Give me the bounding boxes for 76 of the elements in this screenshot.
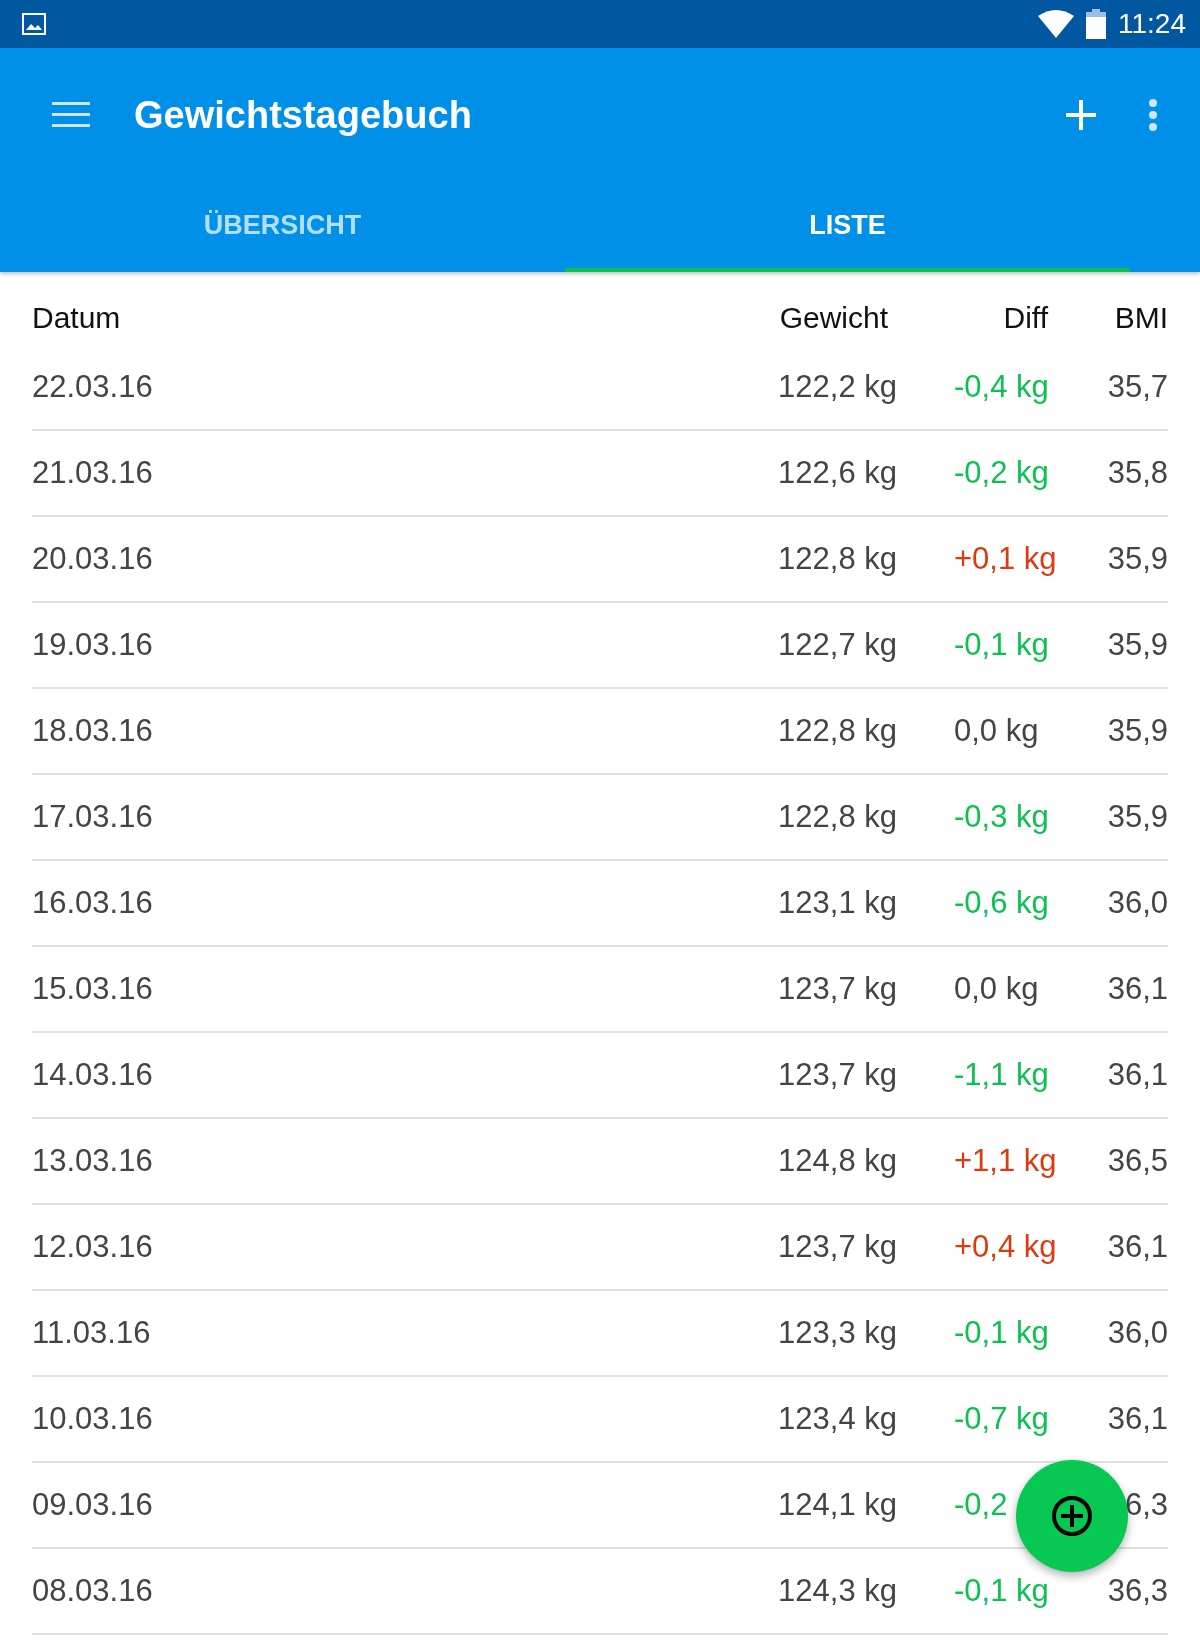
table-cell: -0,3 kg [954,799,1049,834]
table-cell: +0,1 kg [954,541,1057,576]
table-cell: 123,4 kg [778,1401,897,1437]
table-cell: 19.03.16 [32,627,153,663]
column-header: Diff [1002,300,1049,335]
table-cell: 124,1 kg [778,1487,897,1523]
more-options-icon[interactable] [1148,98,1158,132]
table-cell: 122,8 kg [778,713,897,749]
table-cell: -1,1 kg [954,1057,1049,1092]
table-cell: 123,3 kg [778,1315,897,1351]
table-cell: 10.03.16 [32,1401,153,1437]
table-cell: +1,1 kg [954,1143,1057,1178]
table-cell: 22.03.16 [32,369,153,405]
table-cell: 15.03.16 [32,971,153,1007]
menu-icon[interactable] [52,101,90,129]
table-cell: 18.03.16 [32,713,153,749]
table-cell: 36,1 [1107,1401,1168,1437]
table-cell: 123,7 kg [778,971,897,1007]
table-cell: -0,6 kg [954,885,1049,920]
column-header: Gewicht [779,300,889,335]
battery-icon [1086,9,1106,39]
table-cell: 122,2 kg [778,369,897,405]
table-cell: 124,8 kg [778,1143,897,1179]
table-cell: 14.03.16 [32,1057,153,1093]
table-cell: 36,3 [1107,1573,1168,1609]
add-icon[interactable] [1066,100,1096,130]
table-cell: 122,6 kg [778,455,897,491]
tab[interactable]: LISTE [565,182,1130,272]
table-cell: 35,8 [1107,455,1168,491]
add-button[interactable] [1016,1460,1128,1572]
table-cell: -0,1 kg [954,1315,1049,1350]
table-cell: 124,3 kg [778,1573,897,1609]
table-cell: 122,8 kg [778,799,897,835]
table-cell: 35,7 [1107,369,1168,405]
app-title: Gewichtstagebuch [134,93,473,137]
table-cell: 36,1 [1107,971,1168,1007]
table-cell: 123,7 kg [778,1057,897,1093]
clock: 11:24 [1118,8,1186,40]
plus-circle-icon [1051,1495,1093,1537]
table-cell: 0,0 kg [954,971,1039,1006]
table-cell: 36,0 [1107,885,1168,921]
table-cell: 36,1 [1107,1057,1168,1093]
table-cell: 35,9 [1107,799,1168,835]
table-cell: 36,5 [1107,1143,1168,1179]
table-cell: -0,4 kg [954,369,1049,404]
column-header: Datum [32,300,121,335]
image-icon [22,13,46,35]
table-cell: -0,2 [954,1487,1008,1522]
wifi-icon [1038,10,1074,38]
table-cell: 12.03.16 [32,1229,153,1265]
table-cell: 35,9 [1107,627,1168,663]
table-cell: 21.03.16 [32,455,153,491]
table-cell: 36,1 [1107,1229,1168,1265]
table-cell: -0,1 kg [954,627,1049,662]
column-header: BMI [1114,300,1168,335]
table-cell: 122,8 kg [778,541,897,577]
table-cell: 6,3 [1124,1487,1168,1523]
table-cell: 35,9 [1107,713,1168,749]
table-cell: +0,4 kg [954,1229,1057,1264]
tab[interactable]: ÜBERSICHT [0,182,565,272]
table-cell: -0,7 kg [954,1401,1049,1436]
table-cell: -0,2 kg [954,455,1049,490]
table-cell: 36,0 [1107,1315,1168,1351]
table-cell: 16.03.16 [32,885,153,921]
table-cell: 08.03.16 [32,1573,153,1609]
table-cell: 09.03.16 [32,1487,153,1523]
table-cell: 20.03.16 [32,541,153,577]
table-cell: 123,1 kg [778,885,897,921]
table-cell: 11.03.16 [32,1315,151,1351]
table-cell: 13.03.16 [32,1143,153,1179]
table-cell: 123,7 kg [778,1229,897,1265]
table-cell: 17.03.16 [32,799,153,835]
table-cell: 122,7 kg [778,627,897,663]
table-cell: 35,9 [1107,541,1168,577]
table-cell: 0,0 kg [954,713,1039,748]
table-cell: -0,1 kg [954,1573,1049,1608]
